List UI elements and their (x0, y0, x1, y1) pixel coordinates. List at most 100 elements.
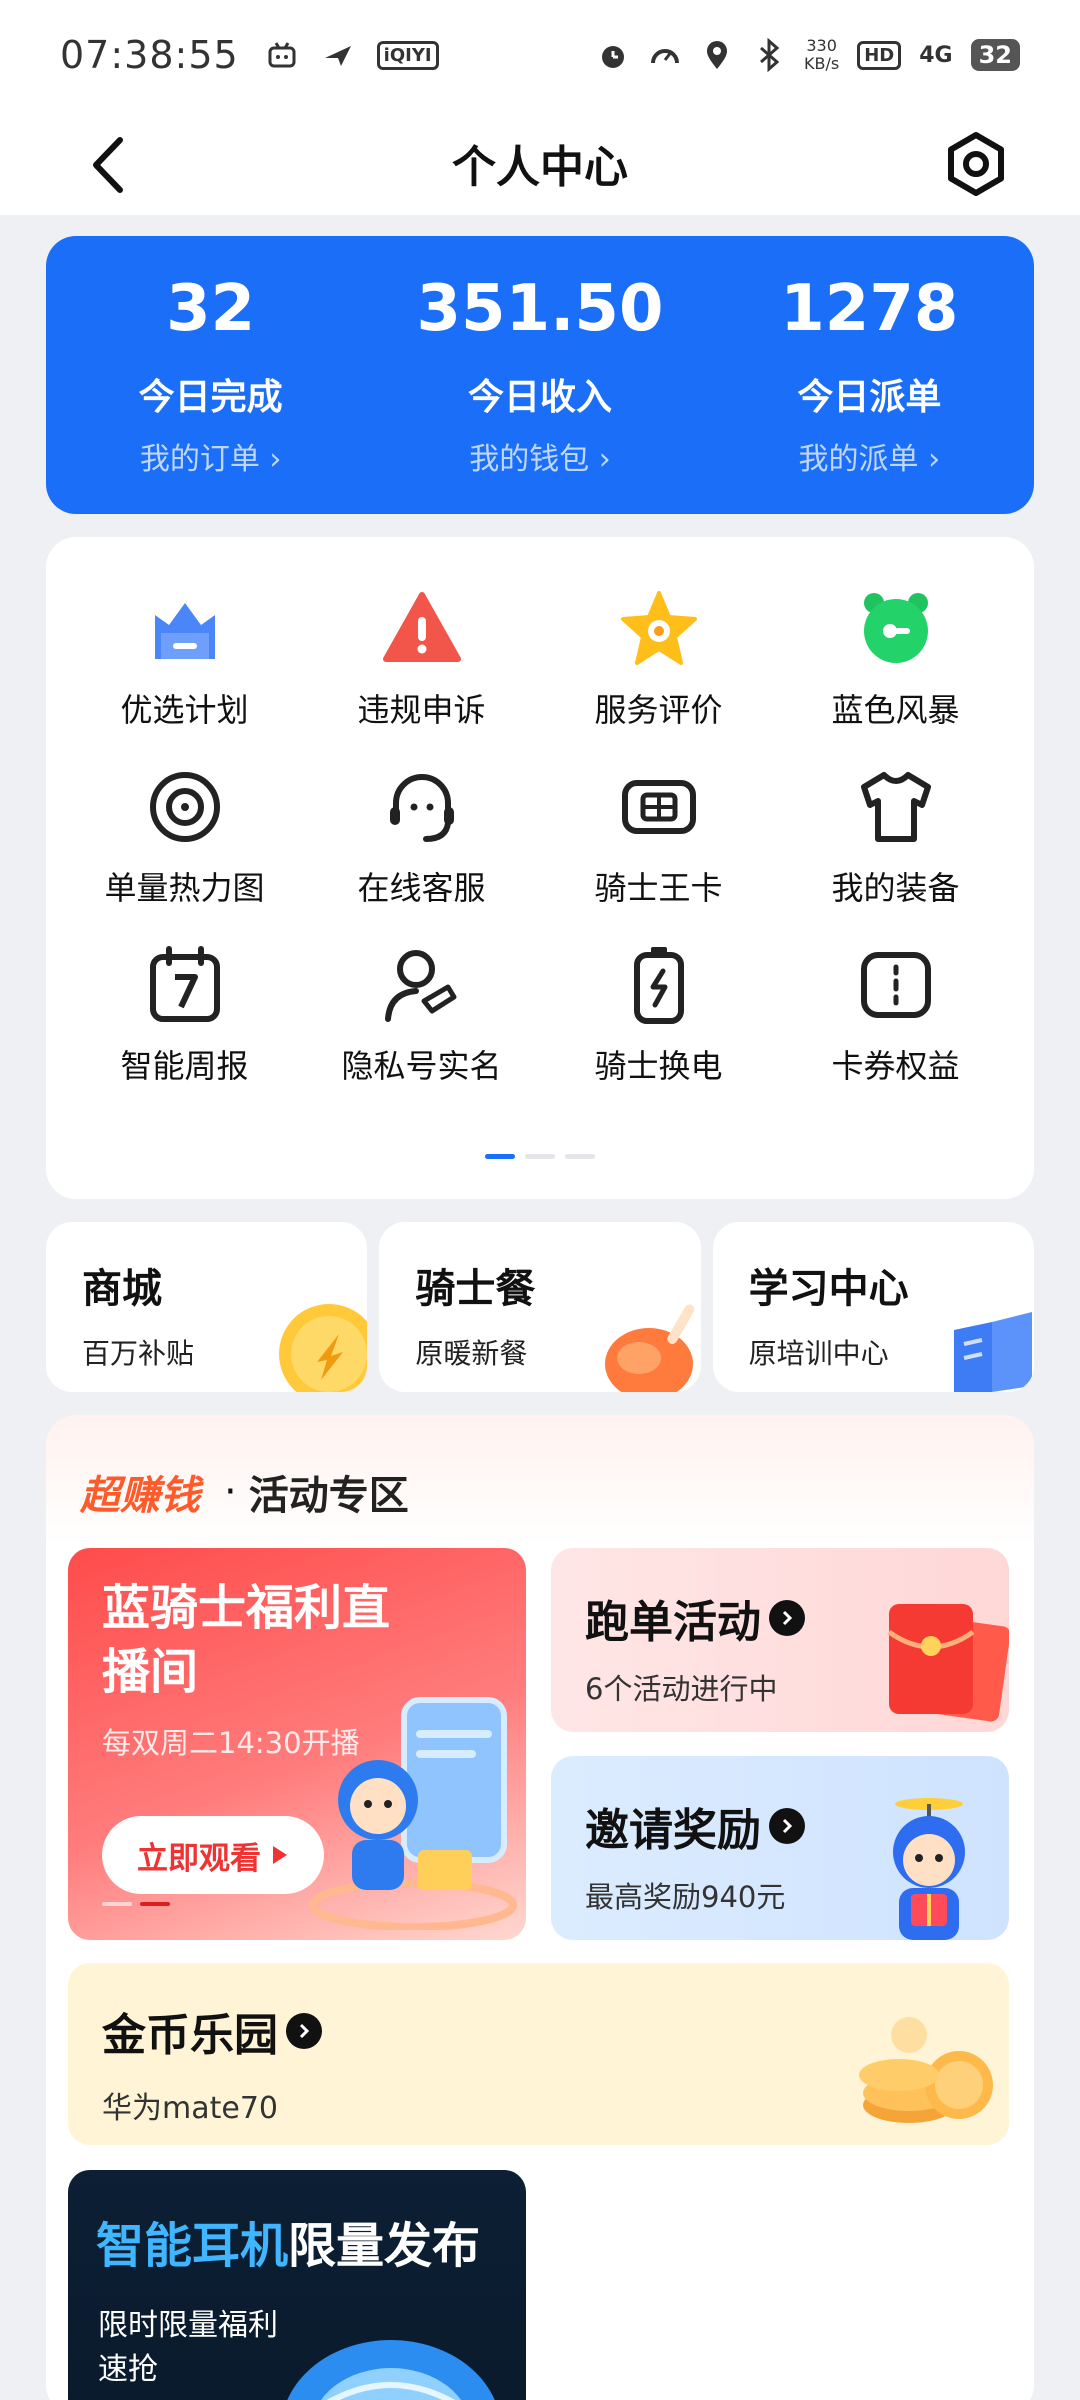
status-bar: 07:38:55 iQIYI 330 KB/s HD 4G 32 (0, 0, 1080, 110)
page-dot (565, 1154, 595, 1159)
stat-value: 1278 (780, 272, 959, 346)
arrow-right-icon (286, 2013, 322, 2049)
grid-item-label: 隐私号实名 (341, 1047, 502, 1085)
grid-item-label: 违规申诉 (357, 691, 486, 729)
grid-item-coupons[interactable]: 卡券权益 (777, 943, 1014, 1087)
stat-value: 351.50 (416, 272, 664, 346)
stat-label: 今日收入 (467, 377, 612, 418)
my-orders-link[interactable]: 我的订单 › (140, 434, 282, 478)
arrow-right-icon (769, 1600, 805, 1636)
iqiyi-icon: iQIYI (376, 40, 439, 70)
watch-now-button[interactable]: 立即观看 (102, 1816, 324, 1894)
button-label: 立即观看 (137, 1840, 261, 1877)
banner-title-highlight: 智能耳机 (96, 2218, 289, 2274)
banner-title-rest: 限量发布 (288, 2218, 481, 2274)
grid-item-weekly-report[interactable]: 智能周报 (66, 943, 303, 1087)
grid-item-equipment[interactable]: 我的装备 (777, 765, 1014, 909)
warning-icon (382, 592, 461, 662)
bilibili-icon (268, 42, 296, 68)
pager-dot (140, 1902, 170, 1906)
grid-item-label: 卡券权益 (831, 1047, 960, 1085)
alarm-clock-icon (863, 593, 928, 663)
helmet-icon (287, 2340, 495, 2400)
grid-item-blue-storm[interactable]: 蓝色风暴 (777, 587, 1014, 731)
hd-badge: HD (857, 40, 902, 70)
book-icon (953, 1312, 1032, 1392)
chicken-leg-icon (604, 1304, 695, 1392)
smart-earphone-banner[interactable]: 智能耳机限量发布 限时限量福利速抢 (68, 2170, 526, 2400)
sim-card-icon (621, 780, 696, 834)
location-icon (707, 41, 727, 69)
stat-income[interactable]: 351.50 今日收入 我的钱包 › (375, 236, 704, 514)
grid-item-label: 智能周报 (120, 1047, 249, 1085)
rider-gift-icon (893, 1798, 965, 1940)
grid-item-label: 蓝色风暴 (831, 691, 960, 729)
stat-completed[interactable]: 32 今日完成 我的订单 › (46, 236, 375, 514)
crown-icon (154, 603, 215, 659)
my-dispatch-link[interactable]: 我的派单 › (799, 434, 941, 478)
grid-item-label: 在线客服 (357, 869, 486, 907)
pager-dot (102, 1902, 132, 1906)
play-icon (273, 1846, 287, 1864)
grid-item-preferred-plan[interactable]: 优选计划 (66, 587, 303, 731)
grid-item-label: 骑士王卡 (594, 869, 723, 907)
grid-item-label: 单量热力图 (104, 869, 265, 907)
activity-section: 超赚钱 · 活动专区 蓝骑士福利直播间 每双周二14:30开播 立即观看 跑单活… (46, 1415, 1034, 2400)
run-orders-card[interactable]: 跑单活动 6个活动进行中 (551, 1548, 1009, 1732)
section-title: 活动专区 (248, 1473, 409, 1519)
card-title: 金币乐园 (102, 2010, 278, 2061)
coin-park-card[interactable]: 金币乐园 华为mate70 (68, 1963, 1009, 2145)
live-stream-banner[interactable]: 蓝骑士福利直播间 每双周二14:30开播 立即观看 (68, 1548, 526, 1940)
rider-meal-card[interactable]: 骑士餐 原暖新餐 (379, 1222, 701, 1392)
page-dot (485, 1154, 515, 1159)
shirt-icon (860, 772, 931, 842)
gold-coins-icon (859, 2017, 993, 2123)
network-speed: 330 KB/s (804, 36, 840, 73)
grid-item-label: 骑士换电 (594, 1047, 723, 1085)
banner-subtitle: 限时限量福利速抢 (98, 2308, 278, 2387)
coupon-icon (860, 952, 931, 1018)
page-indicator (46, 1154, 1034, 1159)
activity-header: 超赚钱 · 活动专区 (80, 1463, 409, 1521)
grid-item-battery-swap[interactable]: 骑士换电 (540, 943, 777, 1087)
grid-item-service-rating[interactable]: 服务评价 (540, 587, 777, 731)
stat-label: 今日派单 (797, 377, 942, 418)
status-time: 07:38:55 (60, 33, 239, 77)
user-shield-icon (384, 950, 456, 1022)
speedometer-icon (651, 49, 679, 64)
page-title: 个人中心 (452, 141, 628, 193)
grid-item-heatmap[interactable]: 单量热力图 (66, 765, 303, 909)
banner-title: 智能耳机限量发布 (96, 2206, 480, 2276)
stat-label: 今日完成 (138, 377, 283, 418)
mall-card[interactable]: 商城 百万补贴 (46, 1222, 368, 1392)
plane-icon (324, 46, 351, 66)
settings-icon[interactable] (942, 130, 1010, 198)
star-icon (620, 591, 697, 665)
stats-card: 32 今日完成 我的订单 › 351.50 今日收入 我的钱包 › 1278 今… (46, 236, 1034, 514)
grid-item-appeal[interactable]: 违规申诉 (303, 587, 540, 731)
battery-icon: 32 (970, 39, 1020, 71)
grid-item-label: 我的装备 (831, 869, 960, 907)
grid-item-customer-service[interactable]: 在线客服 (303, 765, 540, 909)
coin-icon (279, 1304, 368, 1392)
stat-dispatch[interactable]: 1278 今日派单 我的派单 › (705, 236, 1034, 514)
my-wallet-link[interactable]: 我的钱包 › (469, 434, 611, 478)
grid-item-privacy-number[interactable]: 隐私号实名 (303, 943, 540, 1087)
card-title: 跑单活动 (585, 1597, 761, 1648)
learning-center-card[interactable]: 学习中心 原培训中心 (712, 1222, 1034, 1392)
grid-item-label: 服务评价 (594, 691, 723, 729)
card-title: 邀请奖励 (585, 1805, 761, 1856)
rider-mascot-icon (309, 1697, 517, 1930)
bluetooth-icon (760, 38, 780, 72)
headset-icon (389, 774, 454, 842)
header-separator: · (224, 1469, 237, 1515)
page-dot (525, 1154, 555, 1159)
back-icon[interactable] (80, 130, 140, 200)
stat-value: 32 (166, 272, 256, 346)
arrow-right-icon (769, 1808, 805, 1844)
grid-item-rider-card[interactable]: 骑士王卡 (540, 765, 777, 909)
invite-reward-card[interactable]: 邀请奖励 最高奖励940元 (551, 1756, 1009, 1940)
red-envelope-icon (887, 1604, 1009, 1722)
banner-pager (102, 1902, 170, 1906)
shortcut-cards: 商城 百万补贴 骑士餐 原暖新餐 学习中心 原培训中心 (46, 1222, 1034, 1392)
